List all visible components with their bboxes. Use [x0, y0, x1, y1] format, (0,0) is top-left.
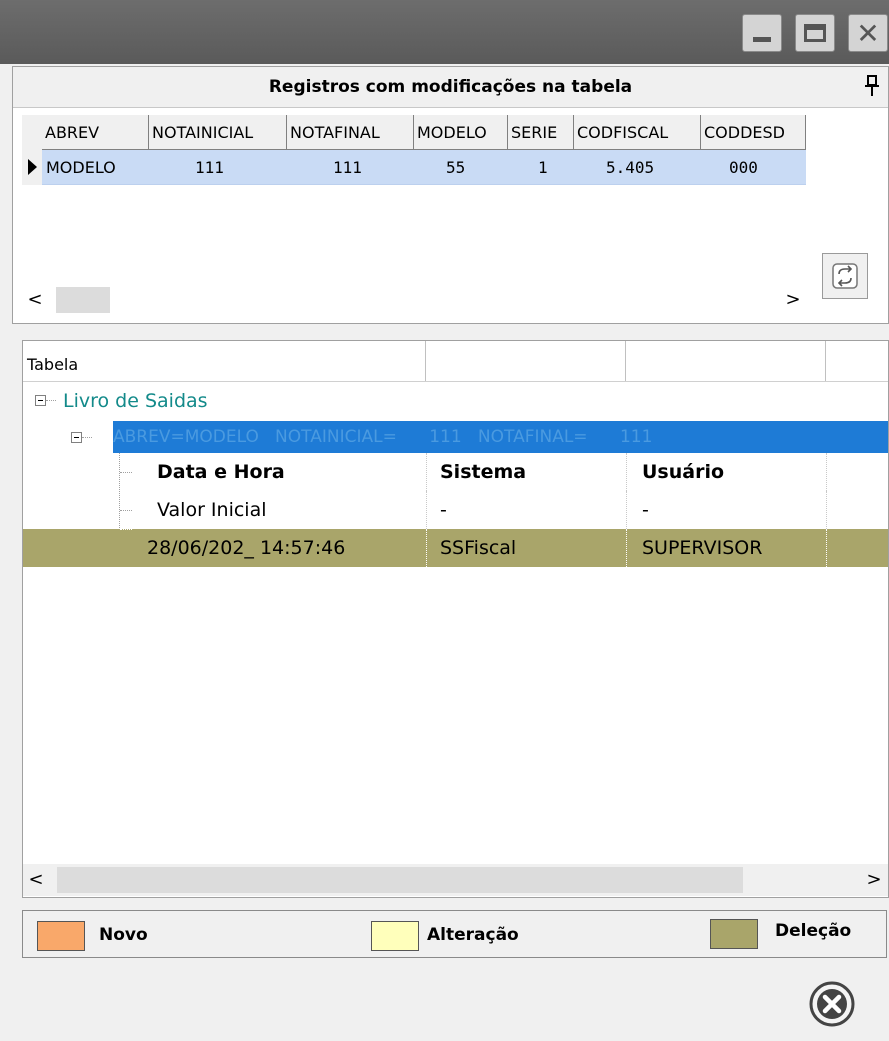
column-divider: [626, 529, 627, 567]
column-divider: [426, 529, 427, 567]
scroll-right-arrow[interactable]: >: [861, 865, 887, 895]
col-header-tabela[interactable]: Tabela: [23, 341, 426, 381]
tree-connector: [82, 437, 92, 438]
maximize-button[interactable]: [795, 14, 835, 52]
legend-swatch-novo: [37, 921, 85, 951]
legend-swatch-delecao: [710, 919, 758, 949]
column-divider: [426, 453, 427, 491]
cell-notafinal[interactable]: 111: [287, 150, 414, 185]
detail-row-valor-inicial[interactable]: Valor Inicial - -: [23, 491, 888, 529]
col-header-notafinal[interactable]: NOTAFINAL: [287, 115, 414, 150]
col-header-codfiscal[interactable]: CODFISCAL: [574, 115, 701, 150]
pin-icon[interactable]: [864, 75, 880, 100]
column-divider: [826, 453, 827, 491]
col-header-serie[interactable]: SERIE: [508, 115, 574, 150]
detail-cell-usuario: SUPERVISOR: [642, 537, 763, 559]
cell-modelo[interactable]: 55: [414, 150, 508, 185]
close-circle-icon: [809, 981, 855, 1027]
cell-codfiscal[interactable]: 5.405: [574, 150, 701, 185]
refresh-button[interactable]: [822, 253, 868, 299]
minimize-button[interactable]: [742, 14, 782, 52]
column-divider: [826, 491, 827, 529]
legend-label-delecao: Deleção: [775, 921, 852, 941]
detail-header-sistema: Sistema: [440, 461, 527, 483]
detail-cell-sistema: SSFiscal: [440, 537, 517, 559]
tree-connector: [120, 510, 132, 511]
refresh-icon: [832, 263, 858, 289]
col-header-3[interactable]: [626, 341, 826, 381]
scroll-left-arrow[interactable]: <: [23, 865, 49, 895]
cell-serie[interactable]: 1: [508, 150, 574, 185]
grid-header-indicator: [22, 115, 43, 150]
scroll-left-arrow[interactable]: <: [22, 285, 48, 315]
close-window-button[interactable]: ✕: [848, 14, 888, 52]
row-selected-indicator[interactable]: [22, 150, 43, 185]
scroll-thumb[interactable]: [57, 867, 743, 893]
tree-node-livro-de-saidas[interactable]: Livro de Saidas: [63, 381, 208, 421]
tree-horizontal-scrollbar[interactable]: < >: [23, 864, 888, 896]
tree-header: Tabela: [23, 341, 888, 382]
maximize-icon: [804, 24, 826, 42]
detail-header-row: Data e Hora Sistema Usuário: [23, 453, 888, 491]
tree-connector: [46, 400, 56, 401]
window-titlebar: ✕: [0, 0, 889, 64]
records-panel-title: Registros com modificações na tabela: [13, 67, 888, 108]
tree-connector: [120, 472, 132, 473]
tree-connector: [120, 529, 132, 530]
col-header-4[interactable]: [826, 341, 888, 381]
detail-cell-datahora: 28/06/202_ 14:57:46: [147, 537, 346, 559]
column-divider: [626, 453, 627, 491]
cell-coddesd[interactable]: 000: [701, 150, 806, 185]
collapse-livro-icon[interactable]: [35, 395, 46, 406]
detail-cell-datahora: Valor Inicial: [157, 499, 267, 521]
legend-label-novo: Novo: [99, 925, 148, 945]
legend-bar: Novo Alteração Deleção: [22, 910, 887, 958]
scroll-thumb[interactable]: [56, 287, 110, 313]
scroll-right-arrow[interactable]: >: [780, 285, 806, 315]
records-horizontal-scrollbar[interactable]: < >: [22, 285, 806, 315]
close-dialog-button[interactable]: [808, 980, 856, 1028]
minimize-icon: [753, 37, 771, 42]
records-grid: ABREV NOTAINICIAL NOTAFINAL MODELO SERIE…: [22, 115, 806, 185]
detail-cell-usuario: -: [642, 499, 649, 521]
col-header-notainicial[interactable]: NOTAINICIAL: [149, 115, 287, 150]
col-header-abrev[interactable]: ABREV: [42, 115, 149, 150]
column-divider: [626, 491, 627, 529]
col-header-coddesd[interactable]: CODDESD: [701, 115, 806, 150]
legend-label-alteracao: Alteração: [427, 925, 519, 945]
history-tree-panel: Tabela Livro de Saidas ABREV=MODELO NOTA…: [22, 340, 889, 898]
detail-header-datahora: Data e Hora: [157, 461, 285, 483]
detail-cell-sistema: -: [440, 499, 447, 521]
detail-header-usuario: Usuário: [642, 461, 725, 483]
collapse-record-icon[interactable]: [71, 432, 82, 443]
column-divider: [826, 529, 827, 567]
column-divider: [426, 491, 427, 529]
cell-abrev[interactable]: MODELO: [42, 150, 149, 185]
col-header-2[interactable]: [426, 341, 626, 381]
records-panel-title-text: Registros com modificações na tabela: [268, 77, 633, 97]
close-icon: ✕: [856, 17, 880, 50]
detail-row-deletion[interactable]: 28/06/202_ 14:57:46 SSFiscal SUPERVISOR: [23, 529, 888, 567]
tree-node-record[interactable]: ABREV=MODELO NOTAINICIAL= 111 NOTAFINAL=…: [113, 421, 888, 453]
legend-swatch-alteracao: [371, 921, 419, 951]
col-header-modelo[interactable]: MODELO: [414, 115, 508, 150]
cell-notainicial[interactable]: 111: [149, 150, 287, 185]
